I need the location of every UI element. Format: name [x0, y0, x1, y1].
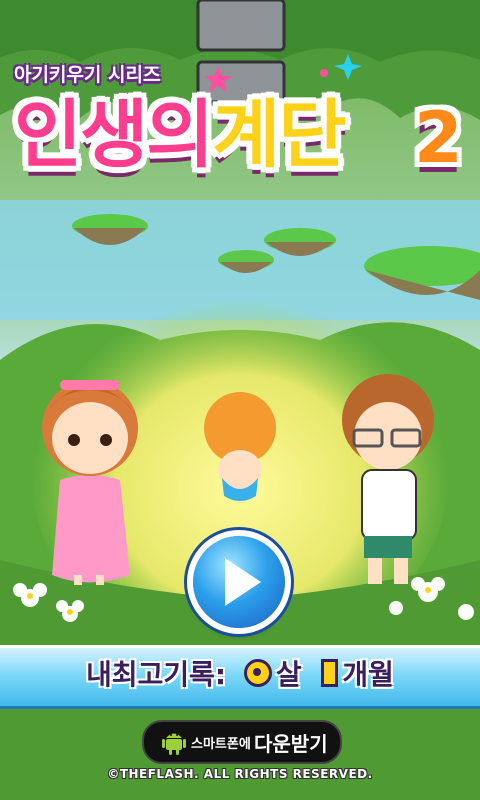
play-icon	[225, 558, 261, 606]
age-unit: 살	[275, 658, 302, 691]
copyright-text: ©THEFLASH. ALL RIGHTS RESERVED.	[107, 767, 373, 781]
month-digit-icon	[321, 659, 339, 687]
game-title-main: 인생의계단	[14, 92, 346, 178]
play-button[interactable]	[193, 536, 285, 628]
series-label: 아기키우기 시리즈	[14, 64, 161, 86]
game-title-number: 2	[414, 97, 463, 179]
download-big-text: 다운받기	[254, 732, 328, 756]
best-record-text: 내최고기록: 살 개월	[0, 655, 480, 695]
month-unit: 개월	[342, 658, 394, 691]
best-record-bar: 내최고기록: 살 개월	[0, 645, 480, 709]
android-icon	[162, 733, 186, 755]
age-digit-icon	[243, 659, 272, 687]
download-small-text: 스마트폰에	[191, 737, 251, 752]
game-title: 인생의계단 2	[14, 86, 474, 206]
download-button[interactable]: 스마트폰에 다운받기	[142, 720, 342, 764]
game-title-accent: 계단	[212, 92, 346, 178]
best-record-label: 내최고기록:	[86, 658, 227, 691]
